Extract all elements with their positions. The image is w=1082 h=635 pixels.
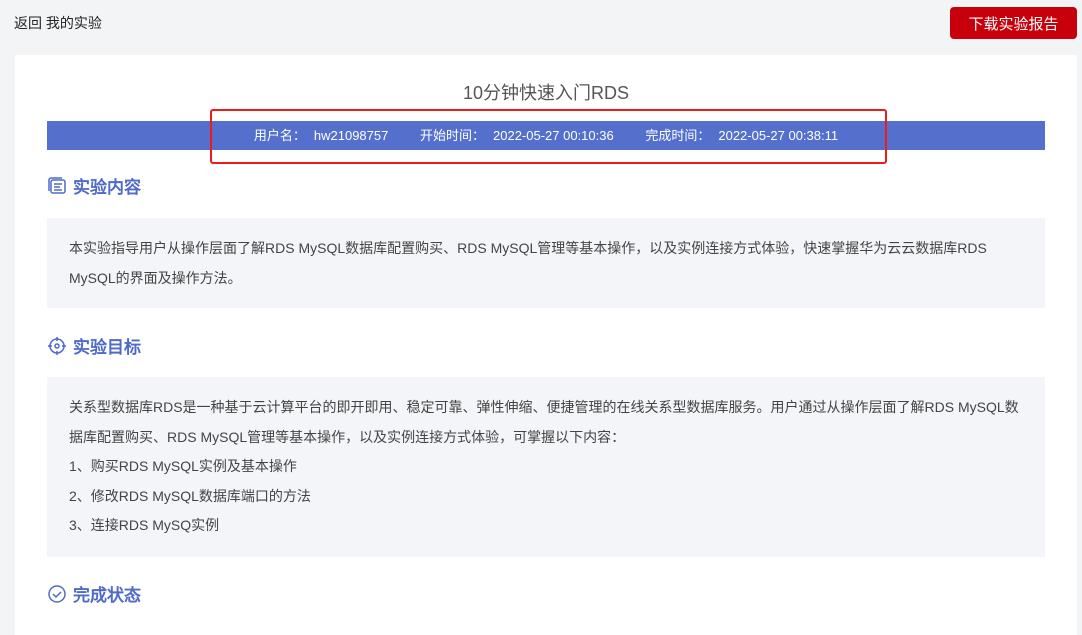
goal-item: 1、购买RDS MySQL实例及基本操作 bbox=[69, 458, 297, 474]
target-icon bbox=[48, 336, 66, 355]
page-title: 10分钟快速入门RDS bbox=[462, 83, 630, 103]
download-report-button[interactable]: 下载实验报告 bbox=[950, 7, 1077, 39]
back-link[interactable]: 返回 bbox=[14, 15, 42, 31]
my-labs-link[interactable]: 我的实验 bbox=[46, 15, 102, 31]
section-goals-header: 实验目标 bbox=[47, 333, 141, 358]
highlight-box bbox=[210, 109, 887, 164]
section-goals-body: 关系型数据库RDS是一种基于云计算平台的即开即用、稳定可靠、弹性伸缩、便捷管理的… bbox=[47, 377, 1045, 557]
document-icon bbox=[48, 176, 66, 194]
goal-item: 2、修改RDS MySQL数据库端口的方法 bbox=[69, 487, 311, 504]
goal-item: 3、连接RDS MySQ实例 bbox=[69, 517, 220, 533]
goals-intro: 关系型数据库RDS是一种基于云计算平台的即开即用、稳定可靠、弹性伸缩、便捷管理的… bbox=[69, 399, 1019, 445]
section-content-title: 实验内容 bbox=[73, 178, 141, 197]
section-status-title: 完成状态 bbox=[73, 586, 141, 605]
section-content-body: 本实验指导用户从操作层面了解RDS MySQL数据库配置购买、RDS MySQL… bbox=[47, 218, 1045, 308]
lab-report-card: 10分钟快速入门RDS 用户名： hw21098757 开始时间： 2022-05-… bbox=[15, 55, 1077, 635]
check-circle-icon bbox=[48, 584, 66, 603]
breadcrumb: 返回 我的实验 bbox=[14, 13, 102, 33]
section-status-header: 完成状态 bbox=[47, 581, 141, 606]
section-goals-title: 实验目标 bbox=[73, 338, 141, 357]
section-content-header: 实验内容 bbox=[47, 173, 141, 198]
